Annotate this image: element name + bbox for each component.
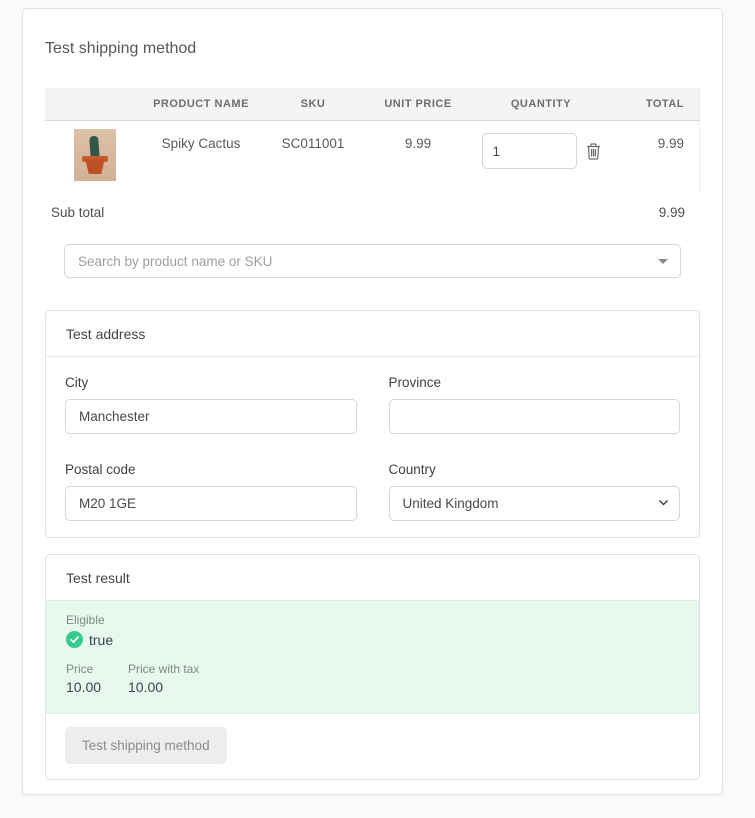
sku-cell: SC011001: [257, 121, 369, 194]
city-input[interactable]: [65, 399, 357, 434]
country-select[interactable]: United Kingdom: [389, 486, 681, 521]
page-title: Test shipping method: [45, 39, 700, 58]
check-circle-icon: [66, 631, 83, 648]
test-shipping-method-button[interactable]: Test shipping method: [65, 727, 227, 764]
column-header-image: [45, 88, 145, 121]
pot-image-part: [84, 159, 106, 174]
quantity-input[interactable]: [482, 133, 577, 169]
postal-code-field: Postal code: [65, 462, 357, 521]
price-label: Price: [66, 662, 128, 677]
postal-code-input[interactable]: [65, 486, 357, 521]
column-header-quantity: QUANTITY: [467, 88, 615, 121]
eligible-value: true: [89, 632, 113, 648]
price-with-tax-value: 10.00: [128, 679, 199, 695]
test-result-section: Test result Eligible true Price 10.00 Pr…: [45, 554, 700, 780]
country-field: Country United Kingdom: [389, 462, 681, 521]
city-field: City: [65, 375, 357, 434]
country-label: Country: [389, 462, 681, 477]
test-result-panel: Eligible true Price 10.00 Price with tax…: [46, 601, 699, 714]
postal-code-label: Postal code: [65, 462, 357, 477]
product-thumbnail: [74, 129, 116, 181]
price-row: Price 10.00 Price with tax 10.00: [66, 662, 679, 695]
test-address-title: Test address: [46, 311, 699, 357]
products-table: PRODUCT NAME SKU UNIT PRICE QUANTITY TOT…: [45, 88, 700, 193]
test-shipping-method-card: Test shipping method PRODUCT NAME SKU UN…: [22, 8, 723, 795]
price-block: Price 10.00: [66, 662, 128, 695]
result-actions: Test shipping method: [46, 714, 699, 779]
test-address-form: City Province Postal code Country United…: [46, 357, 699, 537]
province-label: Province: [389, 375, 681, 390]
price-with-tax-block: Price with tax 10.00: [128, 662, 199, 695]
province-field: Province: [389, 375, 681, 434]
eligible-value-row: true: [66, 631, 679, 648]
product-name-cell: Spiky Cactus: [145, 121, 257, 194]
dropdown-caret-icon[interactable]: [658, 259, 668, 264]
eligible-label: Eligible: [66, 613, 679, 628]
subtotal-row: Sub total 9.99: [45, 205, 700, 220]
province-input[interactable]: [389, 399, 681, 434]
quantity-cell: [467, 121, 615, 194]
column-header-sku: SKU: [257, 88, 369, 121]
city-label: City: [65, 375, 357, 390]
price-value: 10.00: [66, 679, 128, 695]
subtotal-label: Sub total: [51, 205, 104, 220]
product-image-cell: [45, 121, 145, 194]
column-header-unit-price: UNIT PRICE: [369, 88, 467, 121]
product-search-combobox: [64, 244, 681, 278]
total-cell: 9.99: [615, 121, 700, 194]
column-header-product-name: PRODUCT NAME: [145, 88, 257, 121]
trash-icon: [586, 143, 601, 160]
price-with-tax-label: Price with tax: [128, 662, 199, 677]
table-row: Spiky Cactus SC011001 9.99: [45, 121, 700, 194]
test-address-section: Test address City Province Postal code C…: [45, 310, 700, 538]
product-search-input[interactable]: [64, 244, 681, 278]
test-result-title: Test result: [46, 555, 699, 601]
delete-line-item-button[interactable]: [586, 143, 601, 160]
table-header-row: PRODUCT NAME SKU UNIT PRICE QUANTITY TOT…: [45, 88, 700, 121]
column-header-total: TOTAL: [615, 88, 700, 121]
unit-price-cell: 9.99: [369, 121, 467, 194]
subtotal-value: 9.99: [659, 205, 685, 220]
